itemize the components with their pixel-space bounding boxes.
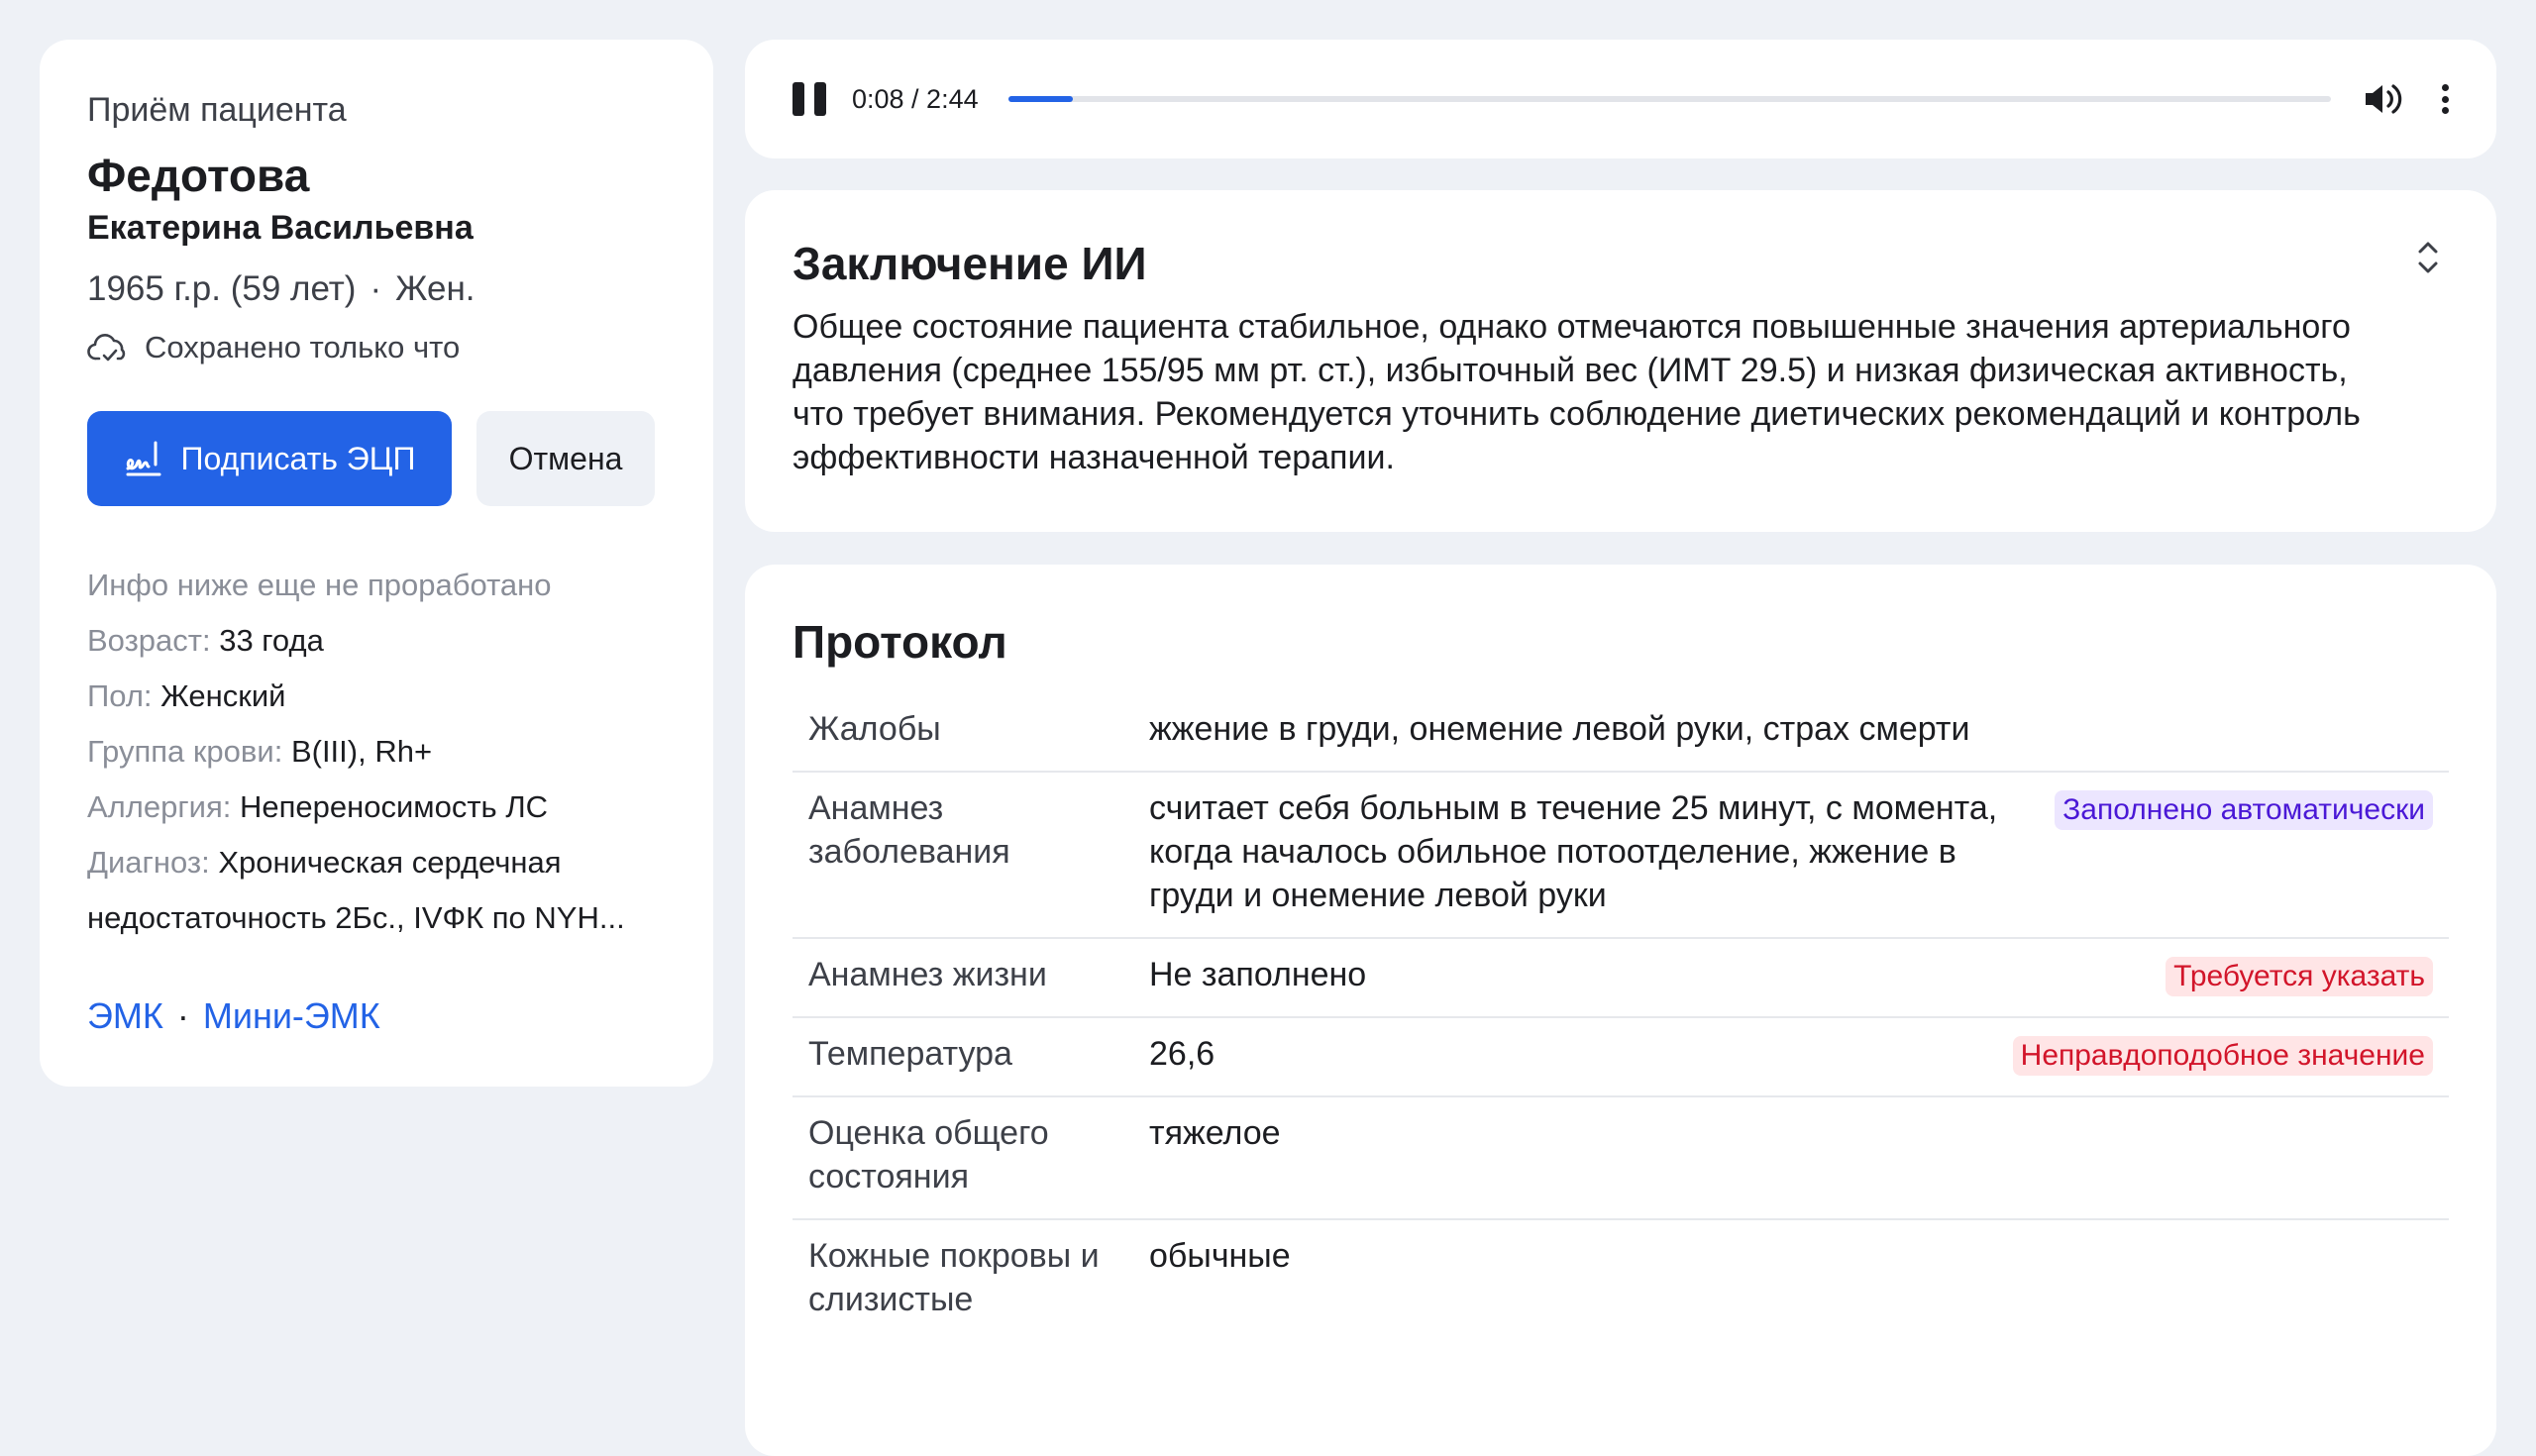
protocol-card: Протокол Жалобы жжение в груди, онемение… [745, 565, 2496, 1456]
row-value: обычные [1149, 1237, 1291, 1275]
info-value: B(III), Rh+ [290, 734, 433, 769]
protocol-row-complaints[interactable]: Жалобы жжение в груди, онемение левой ру… [792, 693, 2449, 773]
row-label: Жалобы [808, 710, 941, 748]
audio-player: 0:08 / 2:44 [745, 40, 2496, 158]
ai-conclusion-title: Заключение ИИ [792, 238, 1147, 289]
volume-icon[interactable] [2363, 81, 2402, 117]
protocol-table: Жалобы жжение в груди, онемение левой ру… [792, 693, 2449, 1341]
info-label: Пол: [87, 678, 153, 713]
patient-surname: Федотова [87, 150, 310, 201]
info-age: Возраст: 33 года [87, 613, 666, 669]
info-label: Диагноз: [87, 845, 210, 880]
row-value: жжение в груди, онемение левой руки, стр… [1149, 710, 1970, 748]
protocol-row-general-state[interactable]: Оценка общего состояния тяжелое [792, 1097, 2449, 1220]
info-gender: Пол: Женский [87, 669, 666, 724]
auto-filled-badge: Заполнено автоматически [2055, 790, 2433, 830]
separator-dot: · [176, 995, 189, 1036]
info-value: Женский [160, 678, 286, 713]
ai-conclusion-card: Заключение ИИ Общее состояние пациента с… [745, 190, 2496, 532]
page-title: Приём пациента [87, 91, 347, 129]
patient-gender: Жен. [395, 269, 476, 308]
protocol-row-life-history[interactable]: Анамнез жизни Не заполнено Требуется ука… [792, 939, 2449, 1018]
emk-link[interactable]: ЭМК [87, 995, 163, 1036]
record-links: ЭМК · Мини-ЭМК [87, 995, 666, 1037]
cloud-check-icon [87, 334, 126, 362]
patient-card: Приём пациента Федотова Екатерина Василь… [40, 40, 713, 1087]
separator-dot: · [370, 269, 382, 308]
protocol-row-skin[interactable]: Кожные покровы и слизистые обычные [792, 1220, 2449, 1341]
row-label: Анамнез жизни [808, 956, 1047, 993]
info-blood-group: Группа крови: B(III), Rh+ [87, 724, 666, 780]
mini-emk-link[interactable]: Мини-ЭМК [203, 995, 380, 1036]
patient-birth: 1965 г.р. (59 лет) [87, 269, 357, 308]
pause-icon[interactable] [792, 82, 826, 116]
info-note: Инфо ниже еще не проработано [87, 568, 552, 602]
ai-conclusion-text: Общее состояние пациента стабильное, одн… [792, 308, 2361, 476]
row-label: Анамнез заболевания [808, 789, 1010, 871]
implausible-value-badge: Неправдоподобное значение [2012, 1036, 2433, 1076]
playback-time: 0:08 / 2:44 [852, 83, 979, 114]
protocol-row-temperature[interactable]: Температура 26,6 Неправдоподобное значен… [792, 1018, 2449, 1097]
patient-info: Инфо ниже еще не проработано Возраст: 33… [87, 558, 666, 946]
sign-button-label: Подписать ЭЦП [180, 440, 416, 476]
info-value: Непереносимость ЛС [239, 789, 549, 824]
cancel-button[interactable]: Отмена [476, 411, 655, 506]
patient-given-names: Екатерина Васильевна [87, 209, 474, 247]
required-badge: Требуется указать [2166, 957, 2433, 996]
info-label: Возраст: [87, 623, 211, 658]
info-diagnosis: Диагноз: Хроническая сердечная недостато… [87, 835, 666, 946]
patient-meta: 1965 г.р. (59 лет) · Жен. [87, 268, 666, 310]
progress-fill [1008, 96, 1074, 102]
row-label: Кожные покровы и слизистые [808, 1237, 1100, 1318]
row-value: тяжелое [1149, 1114, 1281, 1152]
row-value: считает себя больным в течение 25 минут,… [1149, 789, 1998, 914]
sign-button[interactable]: Подписать ЭЦП [87, 411, 452, 506]
info-label: Аллергия: [87, 789, 232, 824]
patient-actions: Подписать ЭЦП Отмена [87, 411, 666, 506]
progress-track[interactable] [1008, 96, 2331, 102]
protocol-row-disease-history[interactable]: Анамнез заболевания считает себя больным… [792, 773, 2449, 939]
row-value: 26,6 [1149, 1035, 1215, 1073]
save-status: Сохранено только что [87, 330, 666, 365]
row-label: Оценка общего состояния [808, 1114, 1049, 1196]
save-status-text: Сохранено только что [145, 330, 461, 364]
info-value: 33 года [219, 623, 324, 658]
info-label: Группа крови: [87, 734, 283, 769]
row-label: Температура [808, 1035, 1012, 1073]
row-value: Не заполнено [1149, 956, 1367, 993]
protocol-title: Протокол [792, 616, 1007, 668]
more-vertical-icon[interactable] [2442, 84, 2449, 114]
info-allergy: Аллергия: Непереносимость ЛС [87, 780, 666, 835]
chevron-up-down-icon[interactable] [2414, 238, 2442, 277]
signature-icon [126, 441, 161, 476]
